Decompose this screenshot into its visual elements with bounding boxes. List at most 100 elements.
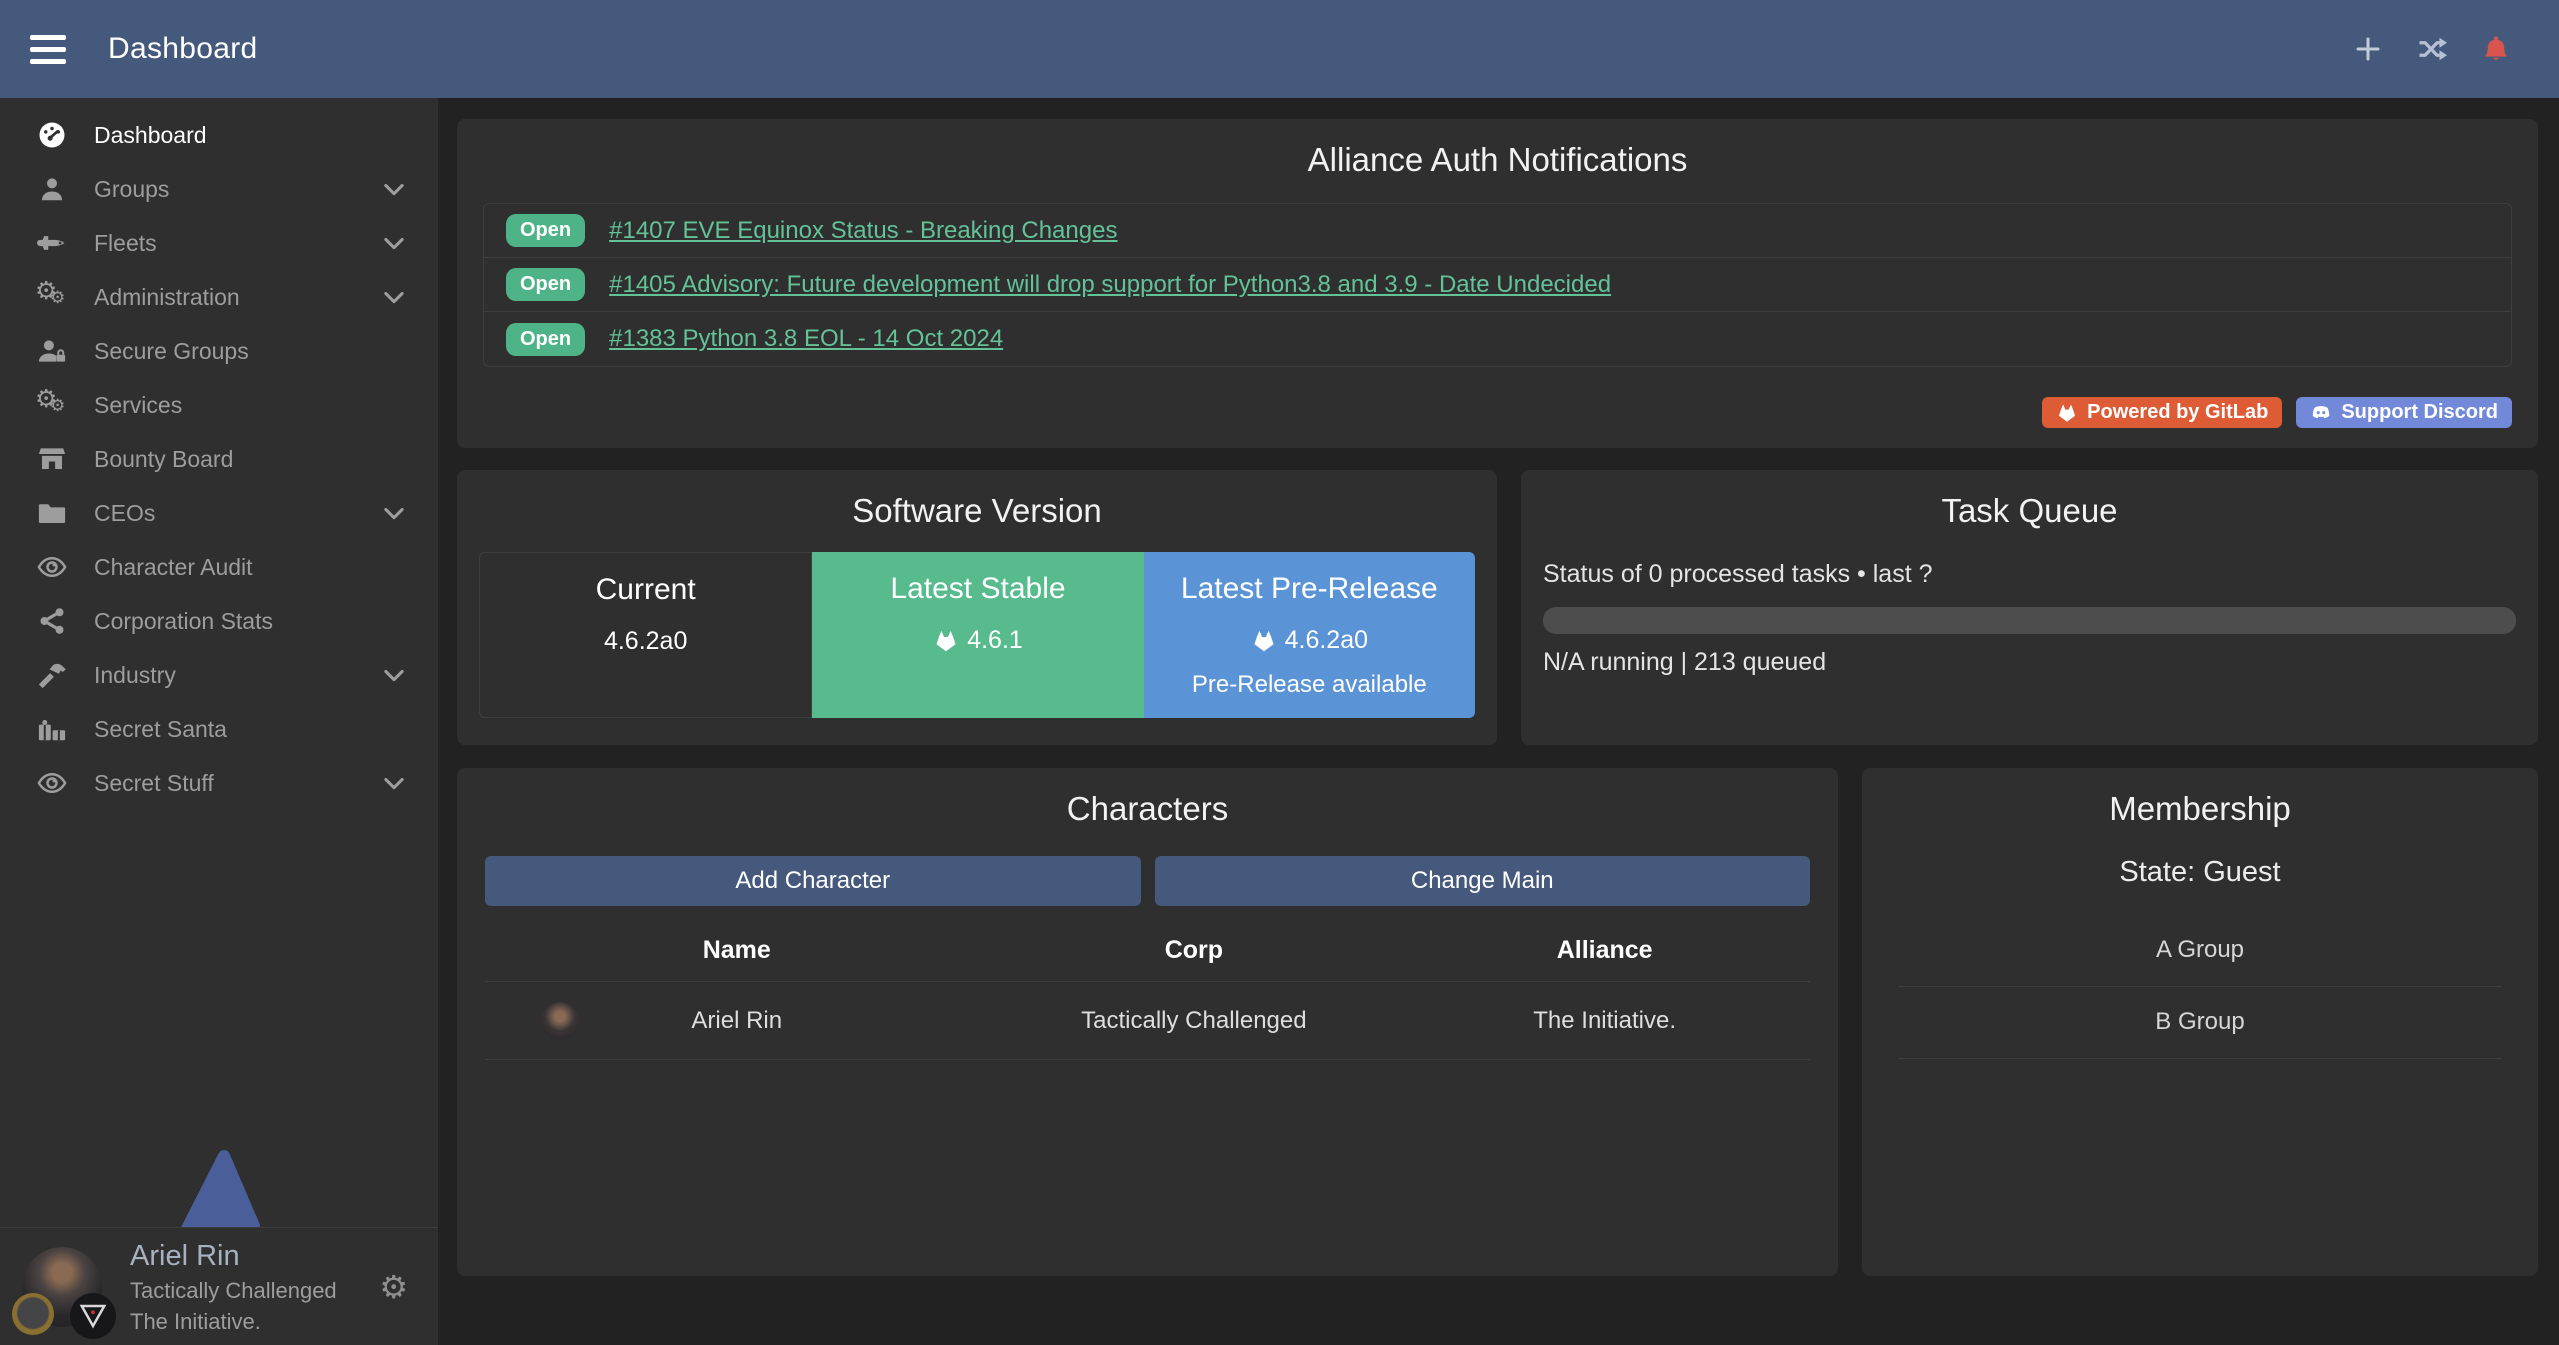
version-box-label: Current [480, 573, 811, 607]
column-header-alliance: Alliance [1399, 918, 1810, 982]
corp-logo-badge [12, 1293, 54, 1335]
change-main-button[interactable]: Change Main [1155, 856, 1811, 906]
chevron-down-icon [380, 175, 408, 203]
membership-groups-list: A Group B Group [1898, 915, 2502, 1059]
sidebar-item-secure-groups[interactable]: Secure Groups [0, 324, 438, 378]
chevron-down-icon [380, 499, 408, 527]
folder-icon [30, 496, 74, 530]
sidebar-nav: Dashboard Groups Fleets ⚙⚙ Administ [0, 98, 438, 810]
gitlab-icon [933, 628, 959, 654]
page-title: Dashboard [108, 32, 257, 66]
row-software-taskqueue: Software Version Current 4.6.2a0 Latest … [457, 470, 2538, 745]
column-header-corp: Corp [989, 918, 1400, 982]
chevron-down-icon [380, 769, 408, 797]
sidebar: Dashboard Groups Fleets ⚙⚙ Administ [0, 98, 438, 1345]
sidebar-item-secret-santa[interactable]: Secret Santa [0, 702, 438, 756]
sidebar-item-ceos[interactable]: CEOs [0, 486, 438, 540]
sidebar-item-dashboard[interactable]: Dashboard [0, 108, 438, 162]
sidebar-item-services[interactable]: ⚙⚙ Services [0, 378, 438, 432]
support-discord-badge[interactable]: Support Discord [2296, 397, 2512, 428]
characters-panel: Characters Add Character Change Main Nam… [457, 768, 1838, 1276]
gifts-icon [30, 712, 74, 746]
store-icon [30, 442, 74, 476]
sidebar-item-label: Secure Groups [94, 338, 249, 365]
stable-version-value: 4.6.1 [967, 626, 1023, 655]
notification-link[interactable]: #1407 EVE Equinox Status - Breaking Chan… [609, 217, 1117, 245]
cogs-icon: ⚙⚙ [30, 388, 74, 422]
sidebar-item-industry[interactable]: Industry [0, 648, 438, 702]
latest-prerelease-box: Latest Pre-Release 4.6.2a0 Pre-Release a… [1144, 552, 1475, 718]
task-queue-progress-bar [1543, 607, 2516, 634]
characters-table: Name Corp Alliance Ariel Rin Tactically … [485, 918, 1810, 1060]
row-characters-membership: Characters Add Character Change Main Nam… [457, 768, 2538, 1276]
sidebar-item-character-audit[interactable]: Character Audit [0, 540, 438, 594]
membership-title: Membership [1884, 790, 2516, 828]
chevron-down-icon [380, 283, 408, 311]
sidebar-item-label: Character Audit [94, 554, 253, 581]
software-version-panel: Software Version Current 4.6.2a0 Latest … [457, 470, 1497, 745]
character-name: Ariel Rin [691, 1007, 782, 1034]
table-row: Ariel Rin Tactically Challenged The Init… [485, 982, 1810, 1060]
table-header-row: Name Corp Alliance [485, 918, 1810, 982]
sidebar-item-label: Administration [94, 284, 240, 311]
character-avatar [541, 1002, 579, 1040]
badge-label: Support Discord [2341, 401, 2498, 424]
membership-panel: Membership State: Guest A Group B Group [1862, 768, 2538, 1276]
version-box-label: Latest Pre-Release [1144, 572, 1475, 606]
sidebar-item-secret-stuff[interactable]: Secret Stuff [0, 756, 438, 810]
share-icon [30, 604, 74, 638]
footer-badges: Powered by GitLab Support Discord [483, 397, 2512, 428]
gitlab-icon [1251, 628, 1277, 654]
sidebar-item-label: Groups [94, 176, 169, 203]
membership-state: State: Guest [1884, 856, 2516, 889]
user-panel: Ariel Rin Tactically Challenged The Init… [0, 1227, 438, 1345]
sidebar-item-groups[interactable]: Groups [0, 162, 438, 216]
sidebar-item-label: Secret Santa [94, 716, 227, 743]
powered-by-gitlab-badge[interactable]: Powered by GitLab [2042, 397, 2282, 428]
add-character-button[interactable]: Add Character [485, 856, 1141, 906]
user-avatar [22, 1247, 102, 1327]
list-item: Open #1383 Python 3.8 EOL - 14 Oct 2024 [484, 312, 2511, 366]
task-queue-title: Task Queue [1543, 492, 2516, 530]
sidebar-item-corporation-stats[interactable]: Corporation Stats [0, 594, 438, 648]
notifications-title: Alliance Auth Notifications [483, 141, 2512, 179]
top-navbar: Dashboard [0, 0, 2559, 98]
notifications-bell-icon[interactable] [2479, 32, 2513, 66]
gear-icon[interactable]: ⚙ [379, 1268, 416, 1306]
column-header-name: Name [485, 918, 989, 982]
sidebar-item-fleets[interactable]: Fleets [0, 216, 438, 270]
status-badge: Open [506, 214, 585, 247]
cogs-icon: ⚙⚙ [30, 280, 74, 314]
version-box-label: Latest Stable [812, 572, 1143, 606]
sidebar-item-administration[interactable]: ⚙⚙ Administration [0, 270, 438, 324]
add-character-icon[interactable] [2351, 32, 2385, 66]
hammer-icon [30, 658, 74, 692]
list-item: Open #1405 Advisory: Future development … [484, 258, 2511, 312]
prerelease-version-value: 4.6.2a0 [1285, 626, 1368, 655]
characters-title: Characters [485, 790, 1810, 828]
status-badge: Open [506, 323, 585, 356]
sidebar-toggle-icon[interactable] [30, 29, 66, 70]
sidebar-item-label: Industry [94, 662, 176, 689]
sidebar-item-bounty-board[interactable]: Bounty Board [0, 432, 438, 486]
eye-icon [30, 550, 74, 584]
notification-link[interactable]: #1405 Advisory: Future development will … [609, 271, 1611, 299]
change-main-shuffle-icon[interactable] [2415, 32, 2449, 66]
latest-stable-box: Latest Stable 4.6.1 [812, 552, 1143, 718]
badge-label: Powered by GitLab [2087, 401, 2268, 424]
navbar-actions [2351, 32, 2529, 66]
notifications-list: Open #1407 EVE Equinox Status - Breaking… [483, 203, 2512, 367]
space-shuttle-icon [30, 226, 74, 260]
user-info: Ariel Rin Tactically Challenged The Init… [130, 1238, 337, 1335]
current-version-value: 4.6.2a0 [604, 627, 687, 656]
cell-corp: Tactically Challenged [989, 982, 1400, 1060]
sidebar-item-label: Secret Stuff [94, 770, 214, 797]
prerelease-note: Pre-Release available [1144, 671, 1475, 699]
sidebar-item-label: Fleets [94, 230, 157, 257]
user-name: Ariel Rin [130, 1238, 337, 1274]
current-version-box: Current 4.6.2a0 [479, 552, 812, 718]
notification-link[interactable]: #1383 Python 3.8 EOL - 14 Oct 2024 [609, 325, 1003, 353]
task-queue-running-text: N/A running | 213 queued [1543, 648, 2516, 677]
task-queue-status-text: Status of 0 processed tasks • last ? [1543, 560, 2516, 589]
user-lock-icon [30, 334, 74, 368]
